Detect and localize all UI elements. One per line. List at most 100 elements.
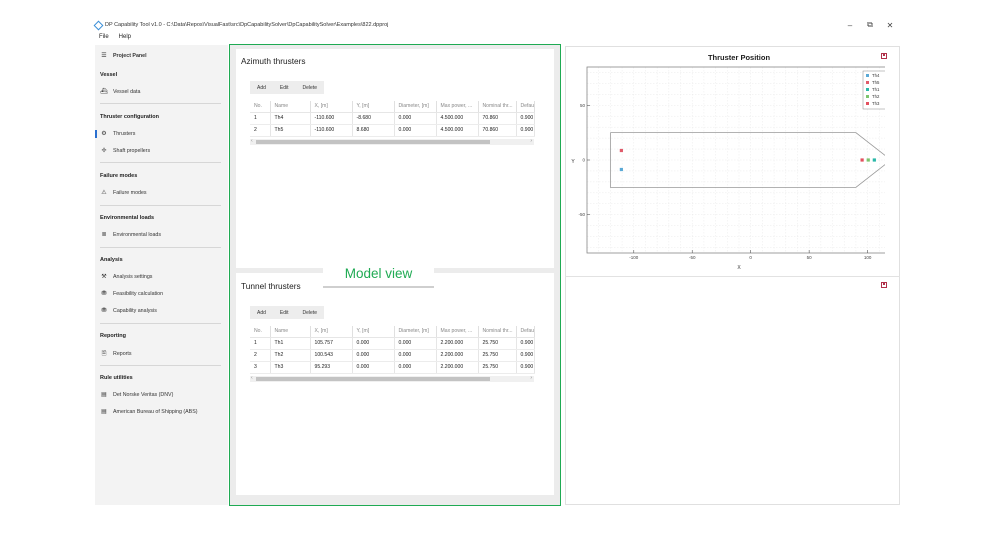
azimuth-thrusters-panel: Azimuth thrusters Add Edit Delete No. Na… — [236, 49, 554, 268]
table-cell: 2 — [250, 124, 271, 137]
menu-help[interactable]: Help — [119, 34, 131, 44]
x-tick-label: -100 — [629, 255, 639, 260]
legend-label: Th5 — [872, 80, 880, 85]
table-row[interactable]: 3 Th3 95.293 0.000 0.000 2.200.000 25.75… — [250, 361, 535, 374]
table-cell: 1 — [250, 112, 271, 125]
rulebook-icon: ▤ — [101, 409, 107, 415]
sidebar-item-environmental-loads[interactable]: ≣ Environmental loads — [100, 231, 161, 239]
panel-divider — [565, 276, 900, 277]
section-heading-reporting: Reporting — [100, 333, 126, 339]
sidebar-item-abs[interactable]: ▤ American Bureau of Shipping (ABS) — [100, 408, 197, 416]
sidebar-item-thrusters[interactable]: ⚙ Thrusters — [100, 130, 135, 138]
scroll-left-icon[interactable]: ‹ — [251, 138, 253, 144]
column-header[interactable]: Diameter, [m] — [394, 101, 437, 113]
table-cell: 0.900 — [516, 124, 535, 137]
hamburger-menu-icon: ☰ — [101, 53, 107, 59]
column-header[interactable]: No. — [250, 101, 271, 113]
table-row[interactable]: 2 Th2 100.543 0.000 0.000 2.200.000 25.7… — [250, 349, 535, 362]
sidebar-item-feasibility-calculation[interactable]: ⛃ Feasibility calculation — [100, 290, 163, 298]
column-header[interactable]: Diameter, [m] — [394, 326, 437, 338]
table-cell: Th1 — [270, 337, 311, 350]
azimuth-horizontal-scrollbar[interactable]: ‹ › — [250, 138, 534, 145]
table-cell: 100.543 — [310, 349, 353, 362]
column-header[interactable]: Nominal thr... — [478, 101, 517, 113]
sidebar-item-vessel-data[interactable]: ⛴ Vessel data — [100, 88, 140, 96]
column-header[interactable]: Nominal thr... — [478, 326, 517, 338]
column-header[interactable]: X, [m] — [310, 326, 353, 338]
column-header[interactable]: Name — [270, 101, 311, 113]
project-panel-title: Project Panel — [113, 52, 147, 59]
tunnel-toolbar: Add Edit Delete — [250, 306, 324, 319]
scroll-right-icon[interactable]: › — [530, 375, 532, 381]
rulebook-icon: ▤ — [101, 392, 107, 398]
table-row[interactable]: 2 Th5 -110.600 8.680 0.000 4.500.000 70.… — [250, 124, 535, 137]
column-header[interactable]: Y, [m] — [352, 326, 395, 338]
table-cell: 0.900 — [516, 349, 535, 362]
azimuth-thrusters-title: Azimuth thrusters — [241, 56, 306, 66]
close-button[interactable]: ✕ — [880, 21, 900, 30]
table-cell: 0.000 — [352, 361, 395, 374]
table-cell: -8.680 — [352, 112, 395, 125]
azimuth-toolbar: Add Edit Delete — [250, 81, 324, 94]
settings-icon: ⚒ — [101, 274, 107, 280]
table-cell: 3 — [250, 361, 271, 374]
column-header[interactable]: No. — [250, 326, 271, 338]
analysis-icon: ⛃ — [101, 308, 107, 314]
legend-swatch — [866, 95, 869, 98]
menu-bar: File Help — [99, 34, 131, 44]
column-header[interactable]: Max power, ... — [436, 326, 479, 338]
menu-file[interactable]: File — [99, 34, 109, 44]
table-cell: 4.500.000 — [436, 112, 479, 125]
column-header[interactable]: Default t — [516, 326, 535, 338]
sidebar-divider — [100, 323, 221, 324]
project-panel-header[interactable]: ☰ Project Panel — [100, 52, 147, 60]
sidebar-item-reports[interactable]: 🗎 Reports — [100, 349, 132, 359]
minimize-button[interactable]: – — [840, 21, 860, 30]
sidebar-item-analysis-settings[interactable]: ⚒ Analysis settings — [100, 273, 152, 281]
sidebar-item-capability-analysis[interactable]: ⛃ Capability analysis — [100, 307, 156, 315]
table-cell: 0.000 — [352, 337, 395, 350]
scrollbar-thumb[interactable] — [256, 377, 490, 381]
section-heading-failure-modes: Failure modes — [100, 173, 138, 179]
sidebar-item-dnv[interactable]: ▤ Det Norske Veritas (DNV) — [100, 391, 173, 399]
save-plot-icon[interactable] — [881, 282, 887, 288]
table-cell: 2.200.000 — [436, 337, 479, 350]
column-header[interactable]: Default t — [516, 101, 535, 113]
table-cell: -110.600 — [310, 112, 353, 125]
thruster-icon: ⚙ — [101, 131, 107, 137]
section-heading-rule-utilities: Rule utilities — [100, 375, 133, 381]
sidebar-item-shaft-propellers[interactable]: ✢ Shaft propellers — [100, 147, 150, 155]
tunnel-add-button[interactable]: Add — [250, 310, 273, 316]
table-row[interactable]: 1 Th1 105.757 0.000 0.000 2.200.000 25.7… — [250, 337, 535, 350]
maximize-button[interactable]: ⧉ — [860, 20, 880, 30]
x-tick-label: 100 — [864, 255, 872, 260]
column-header[interactable]: Y, [m] — [352, 101, 395, 113]
tunnel-thrusters-table: No. Name X, [m] Y, [m] Diameter, [m] Max… — [250, 326, 535, 374]
thruster-point-th1 — [872, 158, 876, 162]
legend-label: Th2 — [872, 94, 880, 99]
table-row[interactable]: 1 Th4 -110.600 -8.680 0.000 4.500.000 70… — [250, 112, 535, 125]
column-header[interactable]: Max power, ... — [436, 101, 479, 113]
scroll-left-icon[interactable]: ‹ — [251, 375, 253, 381]
sidebar-item-failure-modes[interactable]: ⚠ Failure modes — [100, 189, 146, 197]
azimuth-edit-button[interactable]: Edit — [273, 85, 296, 91]
scroll-right-icon[interactable]: › — [530, 138, 532, 144]
tunnel-horizontal-scrollbar[interactable]: ‹ › — [250, 375, 534, 382]
table-cell: 2.200.000 — [436, 349, 479, 362]
chart-title: Thruster Position — [708, 53, 771, 62]
y-tick-label: 0 — [582, 158, 585, 163]
tunnel-edit-button[interactable]: Edit — [273, 310, 296, 316]
tunnel-delete-button[interactable]: Delete — [296, 310, 324, 316]
sidebar-divider — [100, 162, 221, 163]
azimuth-add-button[interactable]: Add — [250, 85, 273, 91]
x-tick-label: 0 — [749, 255, 752, 260]
azimuth-delete-button[interactable]: Delete — [296, 85, 324, 91]
column-header[interactable]: Name — [270, 326, 311, 338]
table-cell: 2 — [250, 349, 271, 362]
app-logo-icon — [93, 20, 104, 30]
column-header[interactable]: X, [m] — [310, 101, 353, 113]
scrollbar-thumb[interactable] — [256, 140, 490, 144]
sidebar-divider — [100, 365, 221, 366]
table-cell: 1 — [250, 337, 271, 350]
thruster-point-th5 — [619, 148, 623, 153]
